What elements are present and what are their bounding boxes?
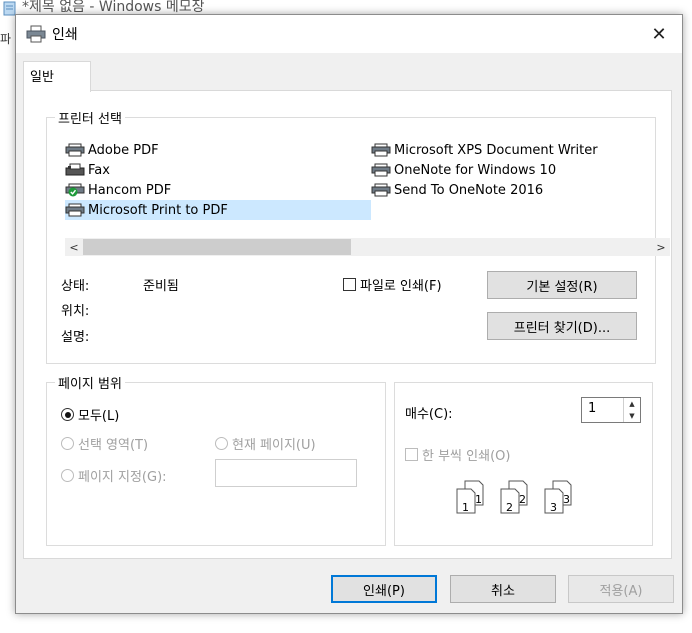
dialog-titlebar: 인쇄 ✕ (16, 15, 682, 53)
printer-item-adobe-pdf[interactable]: Adobe PDF (65, 140, 159, 160)
printer-group-label: 프린터 선택 (55, 108, 125, 127)
spin-down-icon[interactable]: ▼ (624, 410, 640, 422)
collate-page-number: 2 (506, 501, 513, 514)
printer-icon (371, 143, 391, 157)
close-button[interactable]: ✕ (636, 15, 682, 53)
printer-label: Fax (88, 162, 110, 178)
print-to-file-checkbox[interactable] (343, 278, 356, 291)
apply-button: 적용(A) (568, 575, 674, 603)
collate-option: 한 부씩 인쇄(O) (405, 445, 510, 464)
collate-page-number: 1 (462, 501, 469, 514)
status-value: 준비됨 (143, 279, 179, 294)
all-radio[interactable] (61, 408, 74, 421)
page-range-pages-option: 페이지 지정(G): (61, 466, 167, 485)
pages-input (215, 459, 357, 487)
find-printer-button[interactable]: 프린터 찾기(D)... (487, 312, 637, 340)
current-page-radio (215, 437, 228, 450)
print-to-file-option[interactable]: 파일로 인쇄(F) (343, 275, 442, 294)
printer-item-microsoft-print-to-pdf[interactable]: Microsoft Print to PDF (65, 200, 371, 220)
default-printer-check-icon (65, 183, 85, 197)
background-menu-fragment[interactable]: 파 (0, 30, 11, 47)
scroll-right-arrow[interactable]: > (652, 238, 670, 256)
printer-item-onenote-win10[interactable]: OneNote for Windows 10 (371, 160, 556, 180)
collate-label: 한 부씩 인쇄(O) (422, 449, 511, 464)
page-range-selection-option: 선택 영역(T) (61, 434, 148, 453)
page-range-all-option[interactable]: 모두(L) (61, 405, 119, 424)
printer-label: Microsoft XPS Document Writer (394, 142, 598, 158)
collate-page-number: 2 (519, 493, 526, 506)
collate-pages-3-icon: 3 3 (544, 480, 572, 514)
location-label: 위치: (61, 304, 90, 319)
printer-icon (65, 143, 85, 157)
selection-radio (61, 437, 74, 450)
print-button-label: 인쇄(P) (363, 583, 405, 599)
copies-label: 매수(C): (405, 407, 453, 422)
printer-icon (371, 163, 391, 177)
tab-general[interactable]: 일반 (23, 61, 91, 92)
page-range-current-option: 현재 페이지(U) (215, 434, 316, 453)
scrollbar-thumb[interactable] (83, 239, 351, 255)
cancel-button-label: 취소 (491, 583, 515, 599)
dialog-title: 인쇄 (52, 27, 78, 43)
page-range-group: 페이지 범위 모두(L) 선택 영역(T) 현재 페이지(U) 페이지 지정(G… (46, 373, 386, 546)
print-to-file-label: 파일로 인쇄(F) (360, 279, 442, 294)
collate-pages-2-icon: 2 2 (500, 480, 528, 514)
printer-label: Adobe PDF (88, 142, 159, 158)
collate-pages-1-icon: 1 1 (456, 480, 484, 514)
printer-icon (371, 183, 391, 197)
copies-spinner[interactable]: 1 ▲ ▼ (581, 397, 641, 423)
print-dialog: 인쇄 ✕ 일반 프린터 선택 Adobe PDF Fax Hancom PDF … (15, 14, 683, 614)
printer-item-microsoft-xps[interactable]: Microsoft XPS Document Writer (371, 140, 598, 160)
printer-label: OneNote for Windows 10 (394, 162, 557, 178)
print-button[interactable]: 인쇄(P) (331, 575, 437, 603)
preferences-button[interactable]: 기본 설정(R) (487, 271, 637, 299)
fax-icon (65, 163, 85, 176)
scroll-left-arrow[interactable]: < (65, 238, 83, 256)
collate-checkbox (405, 448, 418, 461)
printer-item-send-to-onenote[interactable]: Send To OneNote 2016 (371, 180, 543, 200)
tab-general-label: 일반 (30, 70, 54, 85)
printer-item-hancom-pdf[interactable]: Hancom PDF (65, 180, 171, 200)
printer-list-scrollbar[interactable]: < > (65, 238, 670, 256)
pages-label: 페이지 지정(G): (78, 470, 167, 485)
comment-label: 설명: (61, 330, 90, 345)
close-icon: ✕ (651, 23, 667, 45)
spin-up-icon[interactable]: ▲ (624, 398, 640, 410)
cancel-button[interactable]: 취소 (450, 575, 556, 603)
all-label: 모두(L) (78, 409, 120, 424)
tab-panel: 프린터 선택 Adobe PDF Fax Hancom PDF Microsof… (23, 90, 672, 559)
printer-select-group: 프린터 선택 Adobe PDF Fax Hancom PDF Microsof… (46, 108, 670, 364)
copies-group: 매수(C): 1 ▲ ▼ 한 부씩 인쇄(O) 1 1 2 2 3 3 (394, 382, 653, 546)
copies-value: 1 (588, 401, 597, 416)
printer-label: Hancom PDF (88, 182, 172, 198)
current-page-label: 현재 페이지(U) (232, 438, 316, 453)
apply-button-label: 적용(A) (599, 583, 643, 599)
find-printer-button-label: 프린터 찾기(D)... (513, 320, 611, 336)
preferences-button-label: 기본 설정(R) (526, 279, 598, 295)
selection-label: 선택 영역(T) (78, 438, 149, 453)
status-label: 상태: (61, 279, 90, 294)
printer-item-fax[interactable]: Fax (65, 160, 110, 180)
printer-label: Send To OneNote 2016 (394, 182, 544, 198)
collate-page-number: 1 (475, 493, 482, 506)
printer-label: Microsoft Print to PDF (88, 202, 228, 218)
collate-page-number: 3 (550, 501, 557, 514)
collate-page-number: 3 (563, 493, 570, 506)
page-range-label: 페이지 범위 (55, 373, 125, 392)
pages-radio (61, 469, 74, 482)
printer-icon (26, 25, 46, 43)
printer-icon (65, 203, 85, 217)
